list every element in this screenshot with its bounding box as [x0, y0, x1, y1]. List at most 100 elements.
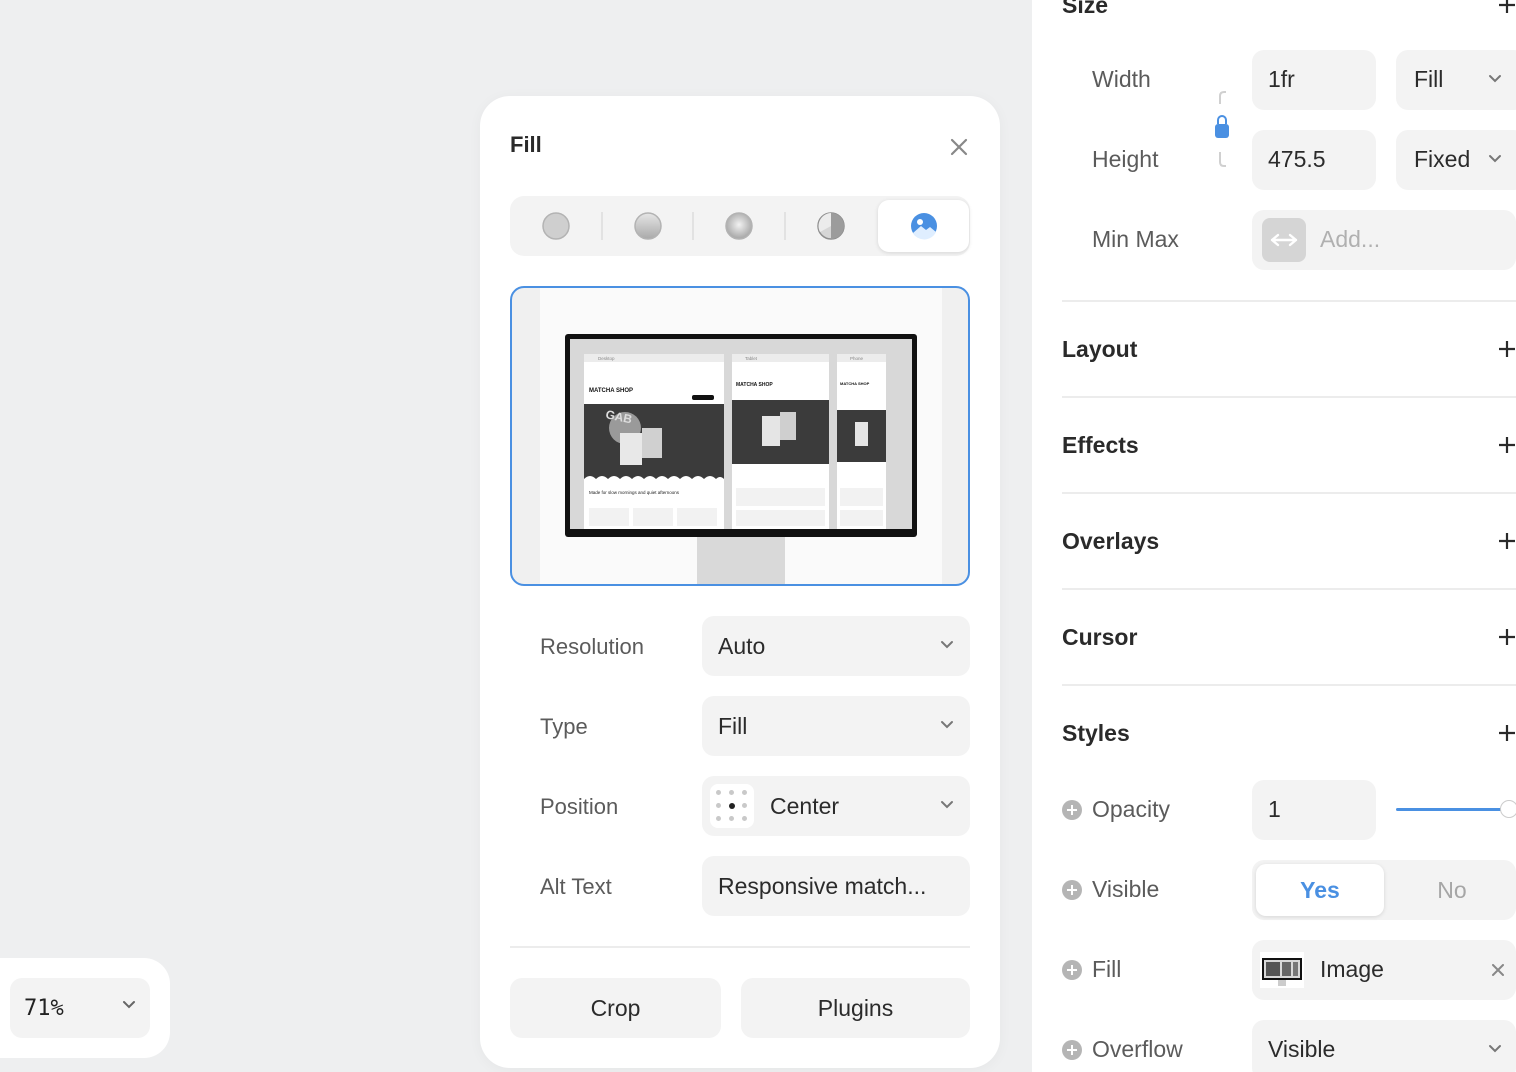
section-overlays-title[interactable]: Overlays [1062, 528, 1159, 555]
visible-label: Visible [1092, 876, 1160, 902]
type-label: Type [540, 714, 588, 739]
position-value: Center [770, 793, 840, 819]
position-grid-icon [710, 784, 754, 828]
fill-type-solid[interactable] [510, 196, 601, 256]
window-label-tablet: Tablet [745, 356, 758, 361]
section-effects-title[interactable]: Effects [1062, 432, 1139, 459]
fill-image-thumbnail [1260, 952, 1304, 988]
fill-value: Image [1320, 956, 1384, 982]
zoom-select[interactable]: 71% [10, 978, 150, 1038]
width-label: Width [1092, 66, 1151, 92]
minmax-label: Min Max [1092, 226, 1179, 252]
width-input[interactable]: 1fr [1252, 50, 1376, 110]
type-select[interactable]: Fill [702, 696, 970, 756]
height-mode-value: Fixed [1414, 146, 1471, 172]
plus-icon[interactable] [1498, 0, 1516, 14]
height-input[interactable]: 475.5 [1252, 130, 1376, 190]
height-label: Height [1092, 146, 1159, 172]
opacity-slider-handle[interactable] [1500, 800, 1516, 818]
close-icon[interactable] [948, 136, 970, 158]
width-mode-value: Fill [1414, 66, 1444, 92]
conic-gradient-icon [816, 212, 845, 240]
divider [510, 946, 970, 948]
fill-popover: Fill Desktop MATCHA SHOP GAB Made for sl… [480, 96, 1000, 1068]
minmax-input[interactable]: Add... [1252, 210, 1516, 270]
resolution-select[interactable]: Auto [702, 616, 970, 676]
add-opacity-icon[interactable] [1062, 800, 1082, 820]
linear-gradient-icon [633, 212, 662, 240]
section-size-title: Size [1062, 0, 1109, 18]
position-label: Position [540, 794, 619, 819]
plus-icon[interactable] [1498, 436, 1516, 454]
divider [1062, 396, 1516, 398]
resize-arrows-icon [1262, 218, 1306, 262]
popover-title: Fill [510, 132, 542, 157]
properties-panel: Size Width 1fr Fill Height 475.5 Fixed M… [1032, 0, 1516, 1072]
resolution-value: Auto [718, 633, 766, 659]
divider [1062, 492, 1516, 494]
chevron-down-icon [941, 801, 953, 809]
window-label-desktop: Desktop [598, 356, 615, 361]
overflow-select[interactable]: Visible [1252, 1020, 1516, 1072]
preview-brand: MATCHA SHOP [589, 388, 633, 394]
width-value: 1fr [1268, 66, 1295, 92]
height-mode-select[interactable]: Fixed [1396, 130, 1516, 190]
chevron-down-icon [1489, 155, 1501, 163]
visible-toggle: Yes No [1252, 860, 1516, 920]
solid-fill-icon [541, 212, 570, 240]
plus-icon[interactable] [1498, 628, 1516, 646]
zoom-value: 71% [24, 995, 64, 1021]
zoom-control: 71% [0, 958, 170, 1058]
add-overflow-icon[interactable] [1062, 1040, 1082, 1060]
overflow-label: Overflow [1092, 1036, 1183, 1062]
overflow-value: Visible [1268, 1036, 1336, 1062]
opacity-input[interactable]: 1 [1252, 780, 1376, 840]
resolution-label: Resolution [540, 634, 644, 659]
visible-yes-option[interactable]: Yes [1256, 864, 1384, 916]
position-row: Position Center [510, 776, 970, 836]
add-visible-icon[interactable] [1062, 880, 1082, 900]
section-cursor-title[interactable]: Cursor [1062, 624, 1137, 651]
crop-button[interactable]: Crop [510, 978, 721, 1038]
alt-text-input[interactable]: Responsive match... [702, 856, 970, 916]
resolution-row: Resolution Auto [510, 616, 970, 676]
visible-no-option[interactable]: No [1388, 864, 1516, 916]
divider [1062, 300, 1516, 302]
fill-type-conic[interactable] [785, 196, 876, 256]
fill-type-linear[interactable] [602, 196, 693, 256]
position-select[interactable]: Center [702, 776, 970, 836]
plus-icon[interactable] [1498, 532, 1516, 550]
fill-type-image[interactable] [878, 200, 969, 252]
divider [1062, 684, 1516, 686]
image-fill-icon [910, 213, 937, 240]
remove-icon[interactable] [1492, 964, 1504, 976]
aspect-lock-icon[interactable] [1212, 88, 1236, 172]
image-preview[interactable]: Desktop MATCHA SHOP GAB Made for slow mo… [510, 286, 970, 586]
svg-text:MATCHA SHOP: MATCHA SHOP [840, 381, 870, 386]
type-value: Fill [718, 713, 748, 739]
height-value: 475.5 [1268, 146, 1326, 172]
chevron-down-icon [1489, 1045, 1501, 1053]
fill-label: Fill [1092, 956, 1122, 982]
section-layout-title[interactable]: Layout [1062, 336, 1137, 363]
type-row: Type Fill [510, 696, 970, 756]
width-mode-select[interactable]: Fill [1396, 50, 1516, 110]
fill-type-selector [510, 196, 970, 256]
preview-canvas: Desktop MATCHA SHOP GAB Made for slow mo… [540, 288, 942, 584]
fill-type-radial[interactable] [693, 196, 784, 256]
add-fill-icon[interactable] [1062, 960, 1082, 980]
opacity-label: Opacity [1092, 796, 1170, 822]
window-label-phone: Phone [850, 356, 864, 361]
chevron-down-icon [123, 1001, 135, 1009]
alt-text-value: Responsive match... [718, 873, 927, 899]
radial-gradient-icon [724, 212, 753, 240]
preview-tagline: Made for slow mornings and quiet afterno… [589, 490, 680, 495]
plugins-button[interactable]: Plugins [741, 978, 970, 1038]
chevron-down-icon [941, 641, 953, 649]
chevron-down-icon [941, 721, 953, 729]
fill-value-field[interactable]: Image [1252, 940, 1516, 1000]
opacity-slider-track[interactable] [1396, 808, 1508, 811]
plus-icon[interactable] [1498, 724, 1516, 742]
alt-text-label: Alt Text [540, 874, 612, 899]
plus-icon[interactable] [1498, 340, 1516, 358]
